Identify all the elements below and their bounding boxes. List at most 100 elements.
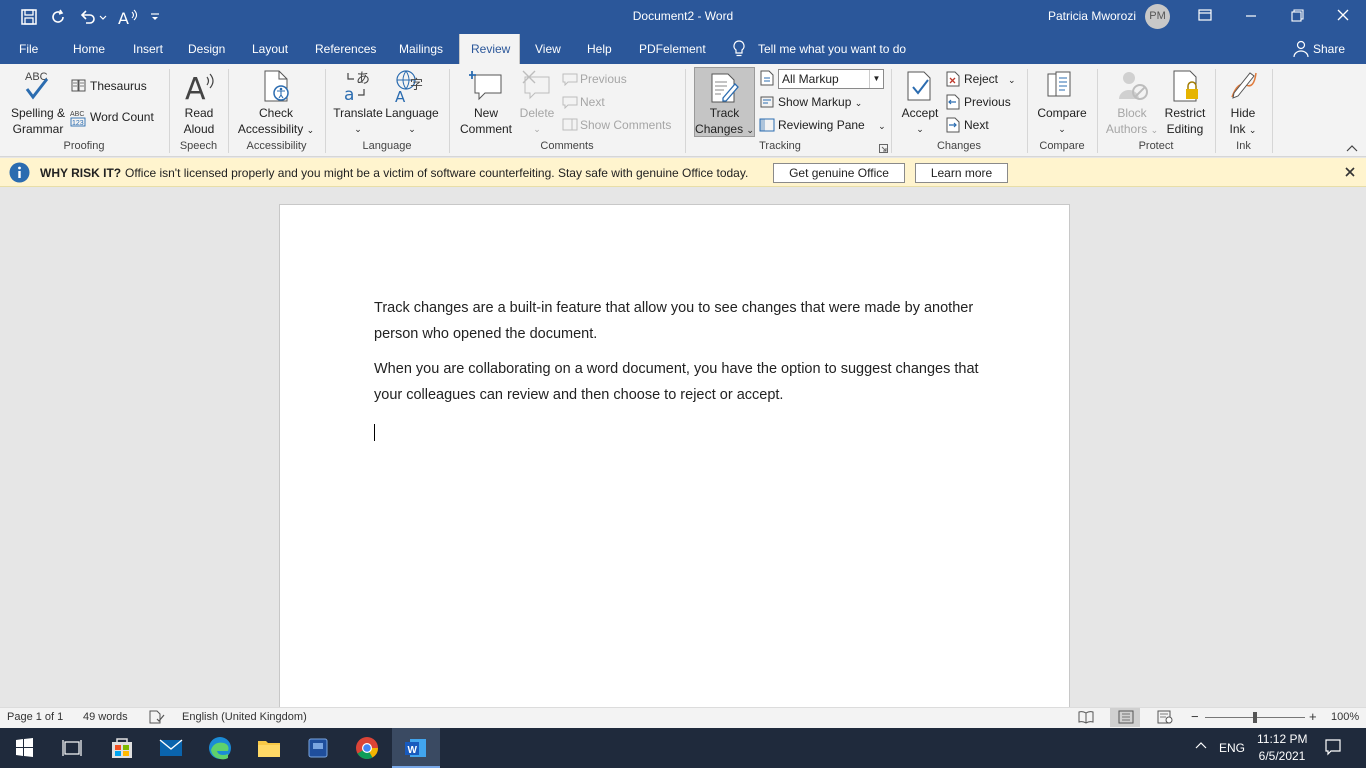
- input-language-indicator[interactable]: ENG: [1219, 741, 1245, 755]
- spelling-grammar-button[interactable]: Spelling & Grammar: [6, 105, 70, 137]
- translate-button[interactable]: Translate ⌄: [331, 105, 385, 137]
- word-taskbar-icon[interactable]: W: [392, 728, 440, 768]
- read-aloud-qat-icon[interactable]: A: [117, 7, 139, 27]
- chevron-down-icon[interactable]: ▼: [869, 70, 883, 88]
- show-hidden-icons-icon[interactable]: [1195, 740, 1207, 752]
- next-comment-icon: [562, 95, 578, 109]
- share-button[interactable]: Share: [1313, 42, 1345, 56]
- tab-file[interactable]: File: [19, 42, 38, 56]
- tab-home[interactable]: Home: [73, 42, 105, 56]
- hide-ink-button[interactable]: Hide Ink ⌄: [1220, 105, 1266, 138]
- ribbon-tab-bar: File Home Insert Design Layout Reference…: [0, 34, 1366, 65]
- paragraph-2[interactable]: When you are collaborating on a word doc…: [374, 357, 994, 408]
- previous-change-button[interactable]: Previous: [964, 94, 1011, 110]
- undo-dropdown-icon[interactable]: [98, 7, 108, 27]
- tracking-options-launcher-icon[interactable]: [879, 144, 888, 153]
- app-blue-icon[interactable]: [294, 728, 342, 768]
- new-comment-button[interactable]: New Comment: [455, 105, 517, 137]
- file-explorer-icon[interactable]: [245, 728, 293, 768]
- print-layout-icon[interactable]: [1118, 710, 1134, 724]
- thesaurus-button[interactable]: Thesaurus: [90, 78, 147, 94]
- tab-insert[interactable]: Insert: [133, 42, 163, 56]
- tab-review[interactable]: Review: [471, 42, 510, 56]
- word-count-status[interactable]: 49 words: [83, 711, 128, 723]
- display-for-review-dropdown[interactable]: All Markup ▼: [778, 69, 884, 89]
- paragraph-1[interactable]: Track changes are a built-in feature tha…: [374, 296, 994, 347]
- hide-ink-icon[interactable]: [1228, 69, 1260, 103]
- language-icon[interactable]: 字A: [395, 69, 429, 103]
- language-button[interactable]: Language ⌄: [384, 105, 440, 137]
- tab-references[interactable]: References: [315, 42, 376, 56]
- check-accessibility-button[interactable]: Check Accessibility ⌄: [231, 105, 321, 138]
- zoom-slider-thumb[interactable]: [1253, 712, 1257, 723]
- read-aloud-icon[interactable]: A: [184, 69, 216, 103]
- minimize-icon[interactable]: [1228, 0, 1274, 32]
- reject-button[interactable]: Reject ⌄: [964, 71, 1016, 88]
- block-authors-button: Block Authors ⌄: [1105, 106, 1159, 136]
- tell-me-search[interactable]: Tell me what you want to do: [758, 42, 906, 56]
- user-name[interactable]: Patricia Mworozi: [1048, 9, 1136, 23]
- zoom-slider[interactable]: [1205, 712, 1305, 723]
- collapse-ribbon-icon[interactable]: [1346, 144, 1358, 152]
- restrict-editing-button[interactable]: Restrict Editing: [1159, 105, 1211, 137]
- document-page[interactable]: Track changes are a built-in feature tha…: [279, 204, 1070, 707]
- autosave-refresh-icon[interactable]: [48, 7, 68, 27]
- zoom-level[interactable]: 100%: [1331, 711, 1359, 723]
- new-comment-icon[interactable]: [469, 69, 503, 103]
- microsoft-store-icon[interactable]: [98, 728, 146, 768]
- spelling-grammar-icon[interactable]: ABC: [23, 69, 53, 101]
- compare-icon[interactable]: [1046, 70, 1078, 102]
- save-icon[interactable]: [19, 7, 39, 27]
- customize-qat-icon[interactable]: [148, 7, 162, 27]
- compare-button[interactable]: Compare ⌄: [1030, 105, 1094, 137]
- close-icon[interactable]: [1320, 0, 1366, 32]
- chevron-down-icon: ⌄: [1008, 75, 1016, 85]
- translate-icon[interactable]: あa: [342, 69, 374, 103]
- previous-comment-icon: [562, 72, 578, 86]
- reviewing-pane-button[interactable]: Reviewing Pane ⌄: [778, 117, 886, 134]
- ribbon-display-options-icon[interactable]: [1182, 0, 1228, 32]
- check-accessibility-icon[interactable]: [261, 69, 293, 103]
- tab-mailings[interactable]: Mailings: [399, 42, 443, 56]
- accept-button[interactable]: Accept ⌄: [897, 105, 943, 137]
- read-mode-icon[interactable]: [1078, 710, 1094, 724]
- proofing-check-icon[interactable]: [149, 710, 165, 724]
- web-layout-icon[interactable]: [1157, 710, 1173, 724]
- chevron-down-icon: ⌄: [916, 124, 924, 134]
- chevron-down-icon: ⌄: [354, 124, 362, 134]
- restore-icon[interactable]: [1274, 0, 1320, 32]
- share-person-icon[interactable]: [1293, 40, 1309, 58]
- learn-more-button[interactable]: Learn more: [915, 163, 1008, 183]
- mail-icon[interactable]: [147, 728, 195, 768]
- avatar[interactable]: PM: [1145, 4, 1170, 29]
- accept-icon[interactable]: [905, 70, 935, 102]
- track-changes-icon[interactable]: [709, 72, 741, 104]
- next-change-button[interactable]: Next: [964, 117, 989, 133]
- tab-help[interactable]: Help: [587, 42, 612, 56]
- document-canvas[interactable]: Track changes are a built-in feature tha…: [0, 188, 1366, 707]
- word-count-button[interactable]: Word Count: [90, 109, 154, 125]
- undo-icon[interactable]: [78, 7, 98, 27]
- get-genuine-office-button[interactable]: Get genuine Office: [773, 163, 905, 183]
- show-markup-button[interactable]: Show Markup ⌄: [778, 94, 862, 111]
- windows-start-icon[interactable]: [0, 728, 48, 768]
- close-notice-icon[interactable]: [1344, 166, 1356, 178]
- tab-pdfelement[interactable]: PDFelement: [639, 42, 706, 56]
- tab-design[interactable]: Design: [188, 42, 225, 56]
- task-view-icon[interactable]: [48, 728, 96, 768]
- restrict-editing-icon[interactable]: [1171, 69, 1203, 103]
- read-aloud-button[interactable]: Read Aloud: [172, 105, 226, 137]
- zoom-out-icon[interactable]: −: [1191, 709, 1199, 724]
- tab-layout[interactable]: Layout: [252, 42, 288, 56]
- chrome-browser-icon[interactable]: [343, 728, 391, 768]
- page-count[interactable]: Page 1 of 1: [7, 711, 63, 723]
- zoom-in-icon[interactable]: +: [1309, 709, 1317, 724]
- word-count-icon: ABC 123: [70, 109, 88, 127]
- clock[interactable]: 11:12 PM 6/5/2021: [1257, 732, 1307, 763]
- edge-browser-icon[interactable]: [196, 728, 244, 768]
- track-changes-button[interactable]: Track Changes ⌄: [694, 105, 755, 138]
- tab-view[interactable]: View: [535, 42, 561, 56]
- language-status[interactable]: English (United Kingdom): [182, 711, 307, 723]
- group-accessibility-label: Accessibility: [246, 140, 307, 152]
- notification-center-icon[interactable]: [1324, 738, 1342, 756]
